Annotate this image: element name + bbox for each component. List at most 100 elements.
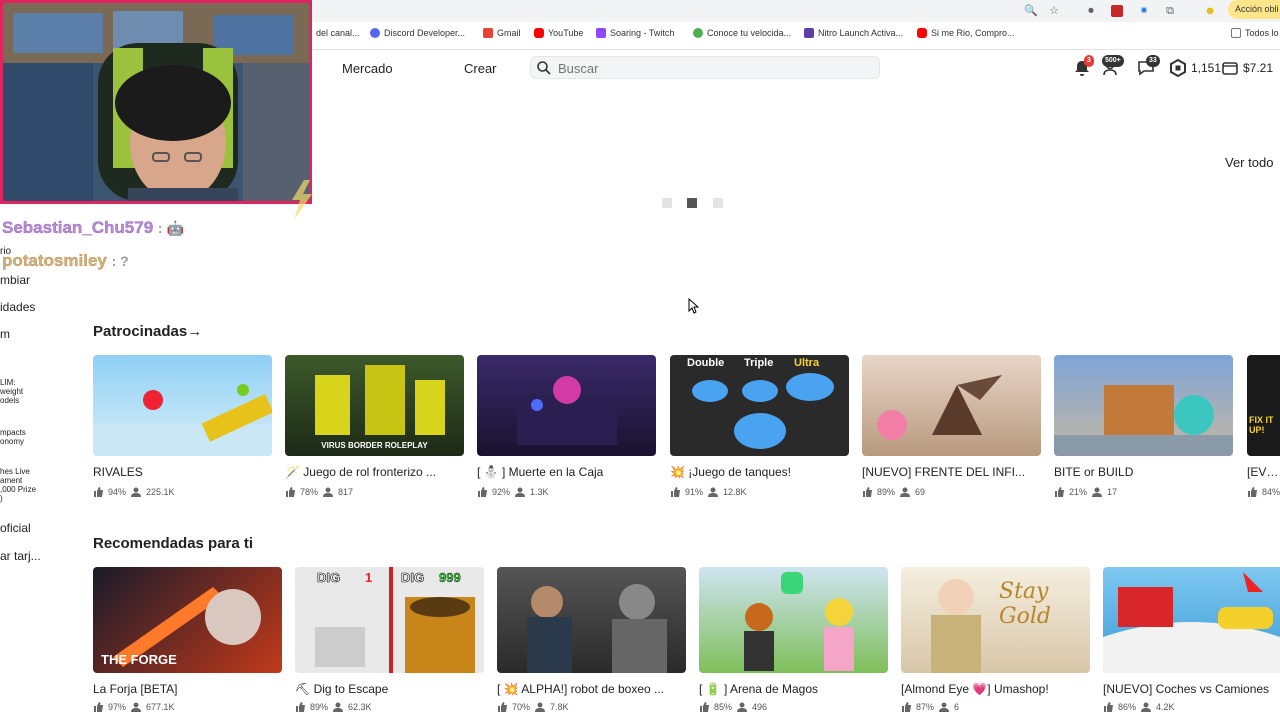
game-thumbnail: Stay Gold xyxy=(901,567,1090,673)
game-stats: 21% 17 xyxy=(1054,487,1233,497)
game-title: 💥 ¡Juego de tanques! xyxy=(670,465,792,479)
game-card[interactable]: [NUEVO] FRENTE DEL INFI... 89% 69 xyxy=(862,355,1041,497)
game-title: [Almond Eye 💗] Umashop! xyxy=(901,682,1049,696)
streamer-webcam-image xyxy=(3,3,309,201)
players-icon xyxy=(515,487,526,497)
game-stats: 78% 817 xyxy=(285,487,464,497)
sidebar-promo[interactable]: hes Live ament ,000 Prize) xyxy=(0,467,36,503)
sidebar-promo[interactable]: LIM: weight odels xyxy=(0,378,23,405)
nav-create-link[interactable]: Crear xyxy=(464,61,497,76)
robux-icon[interactable] xyxy=(1168,58,1188,78)
game-card[interactable]: [ ⛄ ] Muerte en la Caja 92% 1.3K xyxy=(477,355,656,497)
discord-icon xyxy=(370,28,380,38)
recommended-section-title[interactable]: Recomendadas para ti xyxy=(93,535,253,552)
sidebar-item[interactable]: mbiar xyxy=(0,273,30,287)
thumbs-up-icon xyxy=(700,702,709,712)
game-title: 🪄 Juego de rol fronterizo ... xyxy=(285,465,437,479)
game-card[interactable]: Double Triple Ultra 💥 ¡Juego de tanques!… xyxy=(670,355,849,497)
extension-settings-icon[interactable]: ✷ xyxy=(1137,4,1151,18)
game-title: [NUEVO] Coches vs Camiones xyxy=(1103,682,1270,696)
profile-icon[interactable]: ☻ xyxy=(1203,4,1217,18)
players-icon xyxy=(131,487,142,497)
players-icon xyxy=(708,487,719,497)
bookmark-item[interactable]: YouTube xyxy=(534,28,583,38)
thumbs-up-icon xyxy=(94,702,103,712)
extension-icon[interactable]: ⏺ xyxy=(1084,4,1098,18)
game-thumbnail: DIG 1 DIG 999 xyxy=(295,567,484,673)
bookmark-item[interactable]: Nitro Launch Activa... xyxy=(804,28,903,38)
game-thumbnail xyxy=(93,355,272,456)
wallet-icon[interactable] xyxy=(1220,58,1240,78)
game-card[interactable]: DIG 1 DIG 999 ⛏ Dig to Escape 89% 62.3K xyxy=(295,567,484,712)
action-required-button[interactable]: Acción obli xyxy=(1228,0,1280,19)
game-card[interactable]: VIRUS BORDER ROLEPLAY 🪄 Juego de rol fro… xyxy=(285,355,464,497)
game-stats: 89% 69 xyxy=(862,487,1041,497)
star-icon[interactable]: ☆ xyxy=(1047,4,1061,18)
game-card[interactable]: RIVALES 94% 225.1K xyxy=(93,355,272,497)
loading-dot xyxy=(687,198,697,208)
bookmark-item[interactable]: Soaring - Twitch xyxy=(596,28,674,38)
sidebar-promo[interactable]: mpacts onomy xyxy=(0,428,26,446)
game-thumbnail xyxy=(1054,355,1233,456)
extension-chart-icon[interactable] xyxy=(1111,5,1123,17)
players-icon xyxy=(1092,487,1103,497)
thumbs-up-icon xyxy=(863,487,872,497)
sidebar-item-card[interactable]: ar tarj... xyxy=(0,549,41,563)
search-input[interactable] xyxy=(558,59,858,77)
game-title: ⛏ Dig to Escape xyxy=(295,682,389,696)
speedtest-icon xyxy=(693,28,703,38)
players-icon xyxy=(333,702,344,712)
thumbs-up-icon xyxy=(498,702,507,712)
chat-message: Sebastian_Chu579 : 🤖 xyxy=(2,218,184,237)
game-title: [NUEVO] FRENTE DEL INFI... xyxy=(862,465,1025,479)
thumbs-up-icon xyxy=(478,487,487,497)
sponsored-section-title[interactable]: Patrocinadas→ xyxy=(93,323,202,340)
zoom-icon[interactable]: 🔍 xyxy=(1024,4,1038,18)
youtube-icon xyxy=(534,28,544,38)
game-card[interactable]: [ 💥 ALPHA!] robot de boxeo ... 70% 7.8K xyxy=(497,567,686,712)
game-card[interactable]: BITE or BUILD 21% 17 xyxy=(1054,355,1233,497)
thumbnail-caption: VIRUS BORDER ROLEPLAY xyxy=(321,441,428,450)
game-stats: 91% 12.8K xyxy=(670,487,849,497)
bookmark-item[interactable]: Si me Rio, Compro... xyxy=(917,28,1015,38)
game-thumbnail xyxy=(497,567,686,673)
game-stats: 86% 4.2K xyxy=(1103,702,1280,712)
players-icon xyxy=(1141,702,1152,712)
nav-market-link[interactable]: Mercado xyxy=(342,61,393,76)
bookmark-item[interactable]: del canal... xyxy=(316,28,360,38)
thumbs-up-icon xyxy=(1248,487,1257,497)
sidebar-item[interactable]: m xyxy=(0,327,10,341)
notifications-badge: 3 xyxy=(1084,55,1094,67)
folder-icon xyxy=(1231,28,1241,38)
game-card[interactable]: [NUEVO] Coches vs Camiones 86% 4.2K xyxy=(1103,567,1280,712)
sidebar-item-official[interactable]: oficial xyxy=(0,521,31,535)
game-stats: 97% 677.1K xyxy=(93,702,282,712)
game-thumbnail: Double Triple Ultra xyxy=(670,355,849,456)
players-icon xyxy=(535,702,546,712)
robux-balance[interactable]: 1,151 xyxy=(1191,61,1221,75)
sidebar-item[interactable]: idades xyxy=(0,300,35,314)
twitch-icon xyxy=(596,28,606,38)
game-stats: 94% 225.1K xyxy=(93,487,272,497)
game-stats: 87% 6 xyxy=(901,702,1090,712)
game-card[interactable]: FIX IT UP! [EVEN 84% xyxy=(1247,355,1280,497)
search-bar[interactable] xyxy=(530,56,880,79)
money-balance[interactable]: $7.21 xyxy=(1243,61,1273,75)
bookmark-item[interactable]: Todos lo xyxy=(1231,28,1279,38)
game-title: [ 💥 ALPHA!] robot de boxeo ... xyxy=(497,682,665,696)
thumbs-up-icon xyxy=(286,487,295,497)
game-thumbnail: FIX IT UP! xyxy=(1247,355,1280,456)
bookmark-item[interactable]: Discord Developer... xyxy=(370,28,465,38)
game-card[interactable]: THE FORGE La Forja [BETA] 97% 677.1K xyxy=(93,567,282,712)
game-card[interactable]: Stay Gold [Almond Eye 💗] Umashop! 87% 6 xyxy=(901,567,1090,712)
bookmark-item[interactable]: Conoce tu velocida... xyxy=(693,28,791,38)
game-card[interactable]: [ 🔋 ] Arena de Magos 85% 496 xyxy=(699,567,888,712)
thumbs-up-icon xyxy=(296,702,305,712)
youtube-icon xyxy=(917,28,927,38)
players-icon xyxy=(131,702,142,712)
game-title: RIVALES xyxy=(93,465,143,479)
view-all-link[interactable]: Ver todo xyxy=(1225,155,1273,170)
puzzle-icon[interactable]: ⧉ xyxy=(1163,4,1177,18)
bookmark-item[interactable]: Gmail xyxy=(483,28,521,38)
game-thumbnail xyxy=(477,355,656,456)
